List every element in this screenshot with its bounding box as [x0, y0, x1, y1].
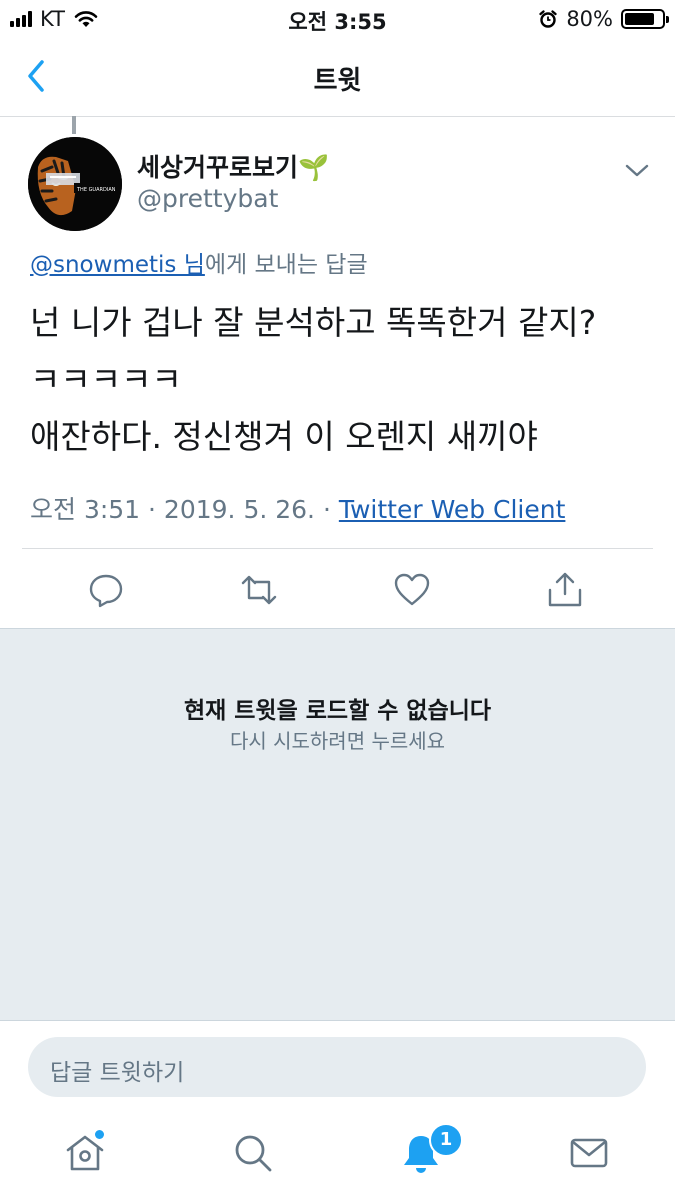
tweet-meta: 오전 3:51 · 2019. 5. 26. · Twitter Web Cli…	[30, 490, 565, 526]
avatar-caption: THE GUARDIAN	[76, 187, 116, 193]
battery-icon	[621, 9, 669, 29]
reply-composer-input[interactable]: 답글 트윗하기	[28, 1037, 646, 1097]
alarm-icon	[539, 10, 558, 28]
reply-to-suffix: 에게 보내는 답글	[204, 252, 368, 278]
battery-percent: 80%	[566, 7, 613, 31]
reply-button[interactable]	[86, 570, 126, 610]
chevron-left-icon	[28, 60, 44, 92]
error-subtitle: 다시 시도하려면 누르세요	[229, 729, 446, 753]
tab-search[interactable]	[230, 1130, 276, 1176]
tiger-avatar-image: THE GUARDIAN	[28, 137, 122, 231]
reply-to-mention-link[interactable]: @snowmetis 님	[30, 252, 205, 278]
tweet-timestamp: 오전 3:51 · 2019. 5. 26. ·	[30, 495, 339, 524]
tweet-actions	[0, 562, 675, 618]
notifications-badge: 1	[429, 1123, 463, 1157]
status-bar: KT 오전 3:55 80%	[0, 0, 675, 38]
share-icon	[548, 572, 582, 607]
reply-context: @snowmetis 님에게 보내는 답글	[30, 245, 368, 279]
error-title: 현재 트윗을 로드할 수 없습니다	[183, 698, 492, 724]
share-button[interactable]	[545, 570, 585, 610]
user-handle[interactable]: @prettybat	[137, 184, 278, 213]
retweet-button[interactable]	[239, 570, 279, 610]
client-link[interactable]: Twitter Web Client	[339, 495, 566, 524]
search-icon	[235, 1135, 272, 1172]
nav-bar: 트윗	[0, 38, 675, 117]
mail-icon	[570, 1138, 608, 1168]
tab-home[interactable]	[62, 1130, 108, 1176]
home-new-content-dot	[95, 1130, 104, 1139]
avatar[interactable]: THE GUARDIAN	[28, 137, 122, 231]
divider	[22, 548, 653, 549]
chevron-down-icon	[625, 164, 649, 177]
tab-messages[interactable]	[566, 1130, 612, 1176]
like-button[interactable]	[392, 570, 432, 610]
display-name[interactable]: 세상거꾸로보기🌱	[137, 148, 329, 184]
heart-icon	[394, 573, 430, 606]
load-error-retry-area[interactable]: 현재 트윗을 로드할 수 없습니다 다시 시도하려면 누르세요	[0, 628, 675, 1021]
composer-placeholder: 답글 트윗하기	[50, 1060, 185, 1086]
reply-icon	[89, 574, 123, 608]
thread-connector-line	[72, 116, 76, 134]
status-right: 80%	[538, 5, 669, 33]
tweet-options-button[interactable]	[621, 154, 653, 186]
tab-bar	[0, 1112, 675, 1200]
retweet-icon	[241, 575, 277, 605]
tweet-text: 넌 니가 겁나 잘 분석하고 똑똑한거 같지? ㅋㅋㅋㅋㅋ 애잔하다. 정신챙겨…	[30, 303, 597, 456]
battery-fill	[625, 13, 654, 25]
page-title: 트윗	[313, 66, 362, 96]
back-button[interactable]	[18, 56, 58, 96]
